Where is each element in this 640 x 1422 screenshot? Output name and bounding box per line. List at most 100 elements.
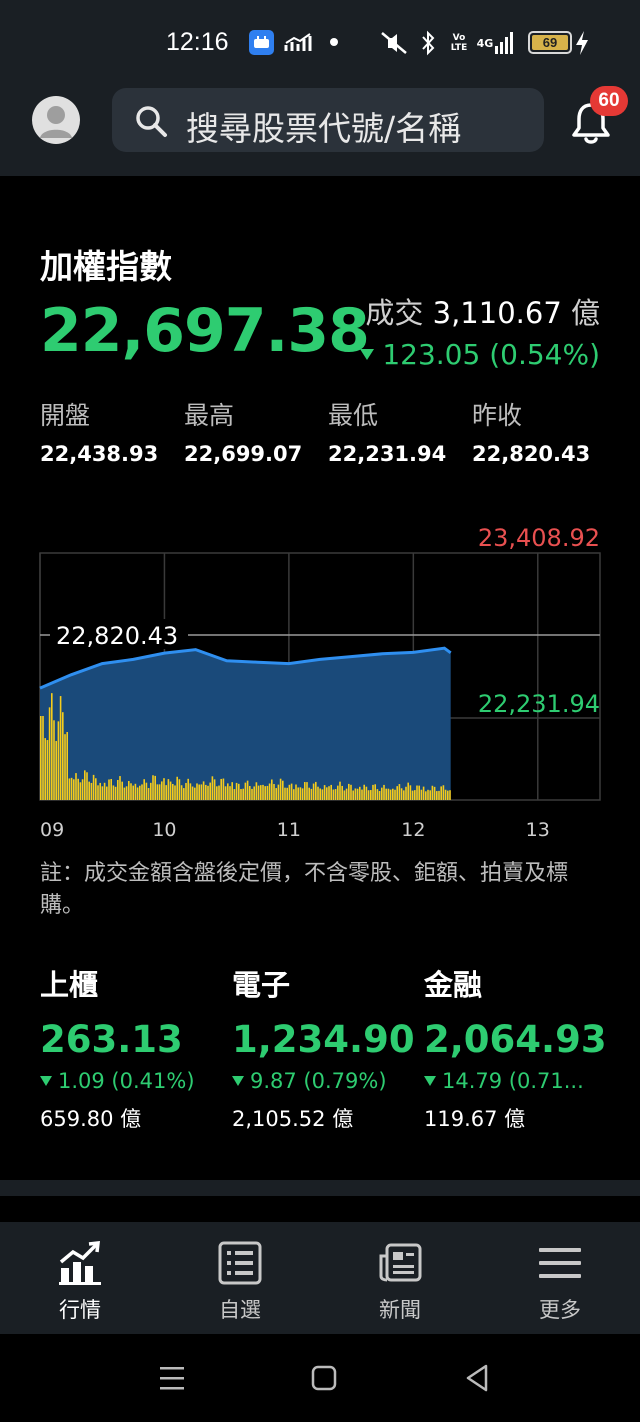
volume-bar xyxy=(66,732,68,800)
volume-bar xyxy=(165,785,167,800)
volte-icon: Vo LTE xyxy=(450,33,468,53)
volume-bar xyxy=(55,740,57,800)
volume-bar xyxy=(88,781,90,800)
volume-bar xyxy=(447,790,449,800)
volume-bar xyxy=(385,788,387,800)
menu-icon xyxy=(539,1248,581,1278)
volume-bar xyxy=(75,773,77,800)
volume-bar xyxy=(150,782,152,800)
volume-bar xyxy=(354,788,357,800)
stat-low: 最低 22,231.94 xyxy=(328,401,447,466)
index-change: 123.05 (0.54%) xyxy=(360,338,600,371)
volume-bar xyxy=(152,775,154,800)
volume-bar xyxy=(231,782,233,800)
volume-bar xyxy=(48,707,51,800)
sub-index-electronics[interactable]: 電子 1,234.90 9.87 (0.79%) 2,105.52 億 xyxy=(232,962,422,1133)
nav-more[interactable]: 更多 xyxy=(480,1222,640,1334)
volume-bar xyxy=(161,781,163,800)
volume-bar xyxy=(233,789,236,800)
volume-bar xyxy=(312,783,315,800)
volume-bar xyxy=(79,782,82,800)
volume-bar xyxy=(367,790,370,800)
volume-bar xyxy=(112,785,115,800)
volume-bar xyxy=(242,788,244,800)
volume-bar xyxy=(44,738,46,800)
volume-bar xyxy=(167,779,170,800)
volume-bar xyxy=(361,789,363,800)
volume-bar xyxy=(185,782,187,800)
back-icon[interactable] xyxy=(462,1362,494,1394)
volume-bar xyxy=(156,784,159,800)
volume-bar xyxy=(268,783,271,800)
volume-bar xyxy=(396,786,398,800)
volume-bar xyxy=(200,784,203,800)
volume-bar xyxy=(321,789,324,800)
volume-bar xyxy=(420,789,423,800)
volume-bar xyxy=(381,787,383,800)
volume-bar xyxy=(418,785,420,800)
volume-bar xyxy=(46,740,49,800)
volume-bar xyxy=(365,786,368,800)
index-volume: 成交 3,110.67 億 xyxy=(365,296,600,330)
status-bar: 12:16 Vo LTE 4G 69 xyxy=(0,0,640,86)
volume-bar xyxy=(136,787,139,800)
y-min-label: 22,231.94 xyxy=(478,690,600,718)
volume-bar xyxy=(73,779,75,800)
volume-bar xyxy=(394,789,396,800)
volume-bar xyxy=(110,778,112,800)
volume-bar xyxy=(389,789,392,800)
volume-bar xyxy=(62,712,64,800)
volume-bar xyxy=(363,784,365,800)
watchlist-icon xyxy=(218,1241,262,1285)
stat-open: 開盤 22,438.93 xyxy=(40,401,159,466)
volume-bar xyxy=(427,789,429,800)
home-icon[interactable] xyxy=(308,1362,340,1394)
volume-bar xyxy=(154,775,156,800)
volume-bar xyxy=(235,782,238,800)
volume-bar xyxy=(279,778,282,800)
volume-bar xyxy=(253,786,255,800)
volume-bar xyxy=(436,791,438,800)
dot-icon xyxy=(330,38,338,46)
sub-index-finance[interactable]: 金融 2,064.93 14.79 (0.71... 119.67 億 xyxy=(424,962,614,1133)
nav-watchlist[interactable]: 自選 xyxy=(160,1222,320,1334)
nav-news[interactable]: 新聞 xyxy=(320,1222,480,1334)
volume-bar xyxy=(374,784,376,800)
volume-bar xyxy=(286,787,288,800)
volume-bar xyxy=(330,784,332,800)
chart-note: 註：成交金額含盤後定價，不含零股、鉅額、拍賣及標購。 xyxy=(40,861,569,918)
app-header: 搜尋股票代號/名稱 60 xyxy=(0,86,640,176)
avatar[interactable] xyxy=(32,96,80,144)
reference-label: 22,820.43 xyxy=(56,622,178,650)
intraday-chart[interactable]: 22,820.43 23,408.92 22,231.94 09 10 11 12 13 xyxy=(0,520,640,850)
volume-bar xyxy=(328,786,330,800)
search-input[interactable]: 搜尋股票代號/名稱 xyxy=(112,88,544,152)
volume-bar xyxy=(101,786,104,800)
index-stats: 開盤 22,438.93 最高 22,699.07 最低 22,231.94 昨… xyxy=(40,396,620,466)
recent-apps-icon[interactable] xyxy=(156,1362,188,1394)
nav-market[interactable]: 行情 xyxy=(0,1222,160,1334)
volume-bar xyxy=(180,785,183,800)
volume-bar xyxy=(359,786,361,800)
volume-bar xyxy=(169,781,172,800)
volume-bar xyxy=(433,786,436,800)
volume-bar xyxy=(68,778,71,800)
volume-bar xyxy=(117,779,119,800)
volume-bar xyxy=(290,783,293,800)
sub-index-otc[interactable]: 上櫃 263.13 1.09 (0.41%) 659.80 億 xyxy=(40,962,230,1133)
volume-bar xyxy=(370,790,372,800)
bottom-nav: 行情 自選 新聞 更多 xyxy=(0,1222,640,1334)
signal-chart-icon xyxy=(284,30,312,56)
volume-bar xyxy=(405,786,407,800)
volume-bar xyxy=(77,778,79,800)
volume-bar xyxy=(288,784,291,800)
volume-bar xyxy=(257,785,260,800)
volume-bar xyxy=(341,785,343,800)
volume-bar xyxy=(383,784,385,800)
volume-bar xyxy=(213,779,216,800)
volume-bar xyxy=(163,778,165,800)
volume-bar xyxy=(207,785,209,800)
volume-bar xyxy=(275,788,277,800)
4g-signal-icon: 4G xyxy=(476,30,514,56)
volume-bar xyxy=(255,782,258,800)
